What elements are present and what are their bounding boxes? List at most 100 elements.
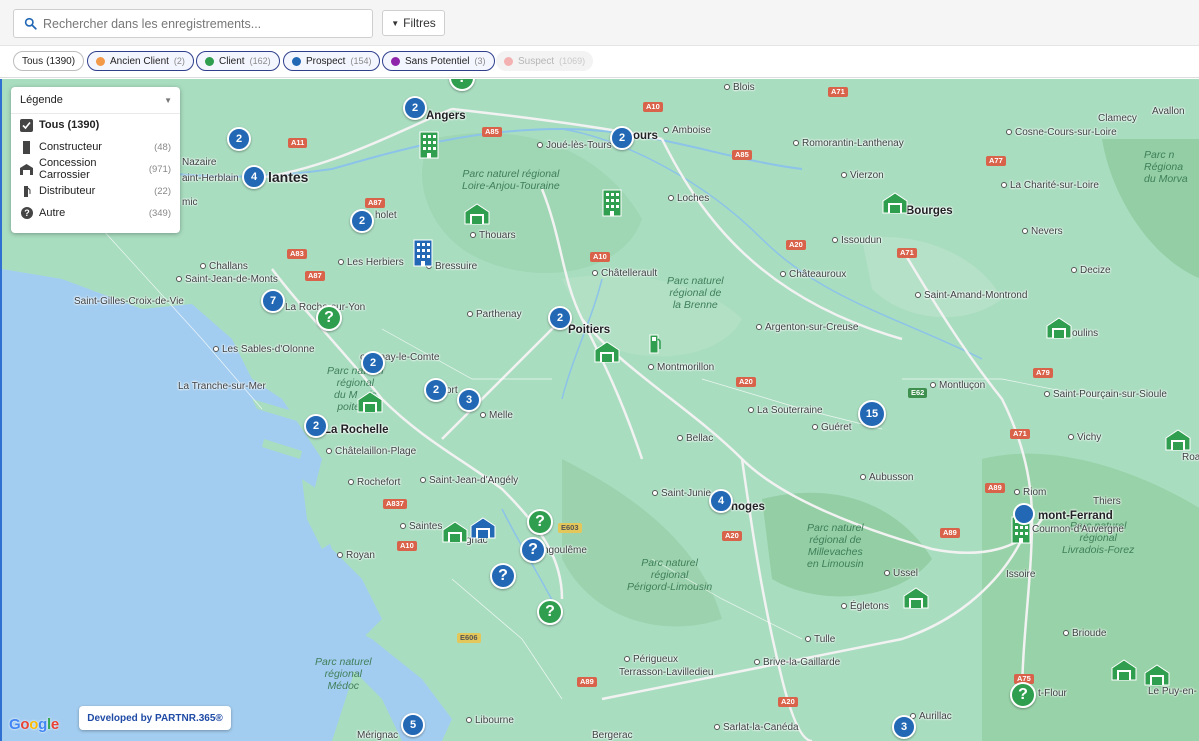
chip-sans-potentiel[interactable]: Sans Potentiel (3)	[382, 51, 495, 71]
checkbox-icon[interactable]	[20, 118, 33, 132]
legend-item-count: (349)	[148, 207, 171, 219]
chip-label: Sans Potentiel	[405, 55, 470, 67]
road-shield: A20	[736, 377, 756, 387]
google-logo-letter: o	[29, 716, 39, 733]
road-shield: A85	[732, 150, 752, 160]
warehouse-marker-icon[interactable]	[1144, 664, 1170, 686]
road-shield: A89	[940, 528, 960, 538]
marker-cluster[interactable]: 5	[401, 713, 425, 737]
developed-by-label: Developed by PARTNR.365®	[87, 712, 223, 724]
city-label: Ussel	[884, 568, 918, 579]
question-marker-icon[interactable]: ?	[490, 563, 516, 589]
warehouse-marker-icon[interactable]	[464, 203, 490, 225]
filters-button[interactable]: ▼ Filtres	[382, 10, 445, 36]
search-box[interactable]	[13, 9, 373, 38]
question-marker-icon[interactable]: ?	[1010, 682, 1036, 708]
question-marker-icon[interactable]: ?	[527, 509, 553, 535]
marker-cluster[interactable]: 2	[350, 209, 374, 233]
question-marker-icon[interactable]: ?	[316, 305, 342, 331]
warehouse-marker-icon[interactable]	[357, 391, 383, 413]
warehouse-marker-icon[interactable]	[442, 521, 468, 543]
chip-count: (154)	[350, 56, 372, 66]
city-label: Royan	[337, 550, 375, 561]
warehouse-marker-icon[interactable]	[1165, 429, 1191, 451]
marker-cluster[interactable]: 3	[457, 388, 481, 412]
building-marker-icon[interactable]	[413, 239, 433, 267]
building-marker-icon[interactable]	[602, 189, 622, 217]
city-label: Châtellerault	[592, 268, 657, 279]
city-label: Libourne	[466, 715, 514, 726]
warehouse-marker-icon[interactable]	[1046, 317, 1072, 339]
chip-tous[interactable]: Tous (1390)	[13, 51, 85, 71]
marker-cluster[interactable]: 15	[858, 400, 886, 428]
blue-dot-icon	[292, 56, 301, 66]
road-shield: E603	[558, 523, 582, 533]
question-marker-icon[interactable]: ?	[537, 599, 563, 625]
city-label: Égletons	[841, 601, 889, 612]
filters-label: Filtres	[403, 16, 436, 30]
legend-item-tous[interactable]: Tous (1390)	[11, 114, 180, 136]
chevron-down-icon[interactable]: ▼	[164, 96, 172, 105]
legend-panel: Légende ▼ Tous (1390) Constructeur (48) …	[11, 87, 180, 233]
marker-cluster[interactable]: 2	[304, 414, 328, 438]
road-shield: A71	[897, 248, 917, 258]
marker-cluster[interactable]: 7	[261, 289, 285, 313]
city-label: aint-Herblain	[182, 173, 239, 184]
marker-cluster[interactable]: 3	[892, 715, 916, 739]
legend-item-constructeur[interactable]: Constructeur (48)	[11, 136, 180, 158]
road-shield: E62	[908, 388, 928, 398]
chip-suspect[interactable]: Suspect (1069)	[496, 51, 594, 71]
city-label: Riom	[1014, 487, 1046, 498]
chip-ancien-client[interactable]: Ancien Client (2)	[87, 51, 194, 71]
prospect-marker-icon[interactable]	[1012, 503, 1036, 525]
city-label: Nazaire	[182, 157, 217, 168]
city-label: La Rochelle	[324, 424, 389, 436]
marker-cluster[interactable]: 4	[709, 489, 733, 513]
legend-header[interactable]: Légende ▼	[11, 87, 180, 114]
legend-item-label: Tous (1390)	[39, 119, 100, 131]
fuel-pump-marker-icon[interactable]	[648, 333, 662, 355]
purple-dot-icon	[391, 56, 400, 66]
chip-count: (162)	[249, 56, 271, 66]
warehouse-marker-icon[interactable]	[903, 587, 929, 609]
warehouse-marker-icon[interactable]	[594, 341, 620, 363]
legend-item-concession[interactable]: Concession Carrossier (971)	[11, 157, 180, 181]
city-label: Loches	[668, 193, 709, 204]
orange-dot-icon	[96, 56, 105, 66]
city-label: Aurillac	[910, 711, 952, 722]
marker-cluster[interactable]: 2	[227, 127, 251, 151]
question-marker-icon[interactable]: ?	[520, 537, 546, 563]
city-label: Brive-la-Gaillarde	[754, 657, 840, 668]
park-label-millevaches: Parc naturel régional de Millevaches en …	[807, 522, 864, 570]
legend-title: Légende	[20, 94, 63, 106]
warehouse-marker-icon[interactable]	[470, 517, 496, 539]
marker-cluster[interactable]: 2	[403, 96, 427, 120]
marker-cluster[interactable]: 2	[361, 351, 385, 375]
city-label: Argenton-sur-Creuse	[756, 322, 858, 333]
chip-prospect[interactable]: Prospect (154)	[283, 51, 381, 71]
city-label: Romorantin-Lanthenay	[793, 138, 904, 149]
warehouse-marker-icon[interactable]	[1111, 659, 1137, 681]
building-marker-icon[interactable]	[419, 131, 439, 159]
developed-by-badge[interactable]: Developed by PARTNR.365®	[79, 706, 231, 730]
marker-cluster[interactable]: 2	[424, 378, 448, 402]
city-label: Saintes	[400, 521, 442, 532]
city-label: Les Sables-d'Olonne	[213, 344, 315, 355]
city-label: Bourges	[906, 205, 953, 217]
marker-cluster[interactable]: 2	[610, 126, 634, 150]
city-label: ngoulême	[543, 545, 587, 556]
legend-item-count: (22)	[154, 185, 171, 197]
warehouse-marker-icon[interactable]	[882, 192, 908, 214]
city-label: Saint-Jean-d'Angély	[420, 475, 518, 486]
google-logo[interactable]: Google	[9, 716, 59, 733]
marker-cluster[interactable]: 2	[548, 306, 572, 330]
chip-client[interactable]: Client (162)	[196, 51, 280, 71]
legend-item-distributeur[interactable]: Distributeur (22)	[11, 180, 180, 202]
city-label: lantes	[268, 169, 309, 185]
road-shield: E606	[457, 633, 481, 643]
search-input[interactable]	[43, 16, 363, 31]
marker-cluster[interactable]: 4	[242, 165, 266, 189]
legend-item-autre[interactable]: ? Autre (349)	[11, 202, 180, 224]
city-label: Bellac	[677, 433, 713, 444]
warehouse-icon	[20, 163, 33, 176]
